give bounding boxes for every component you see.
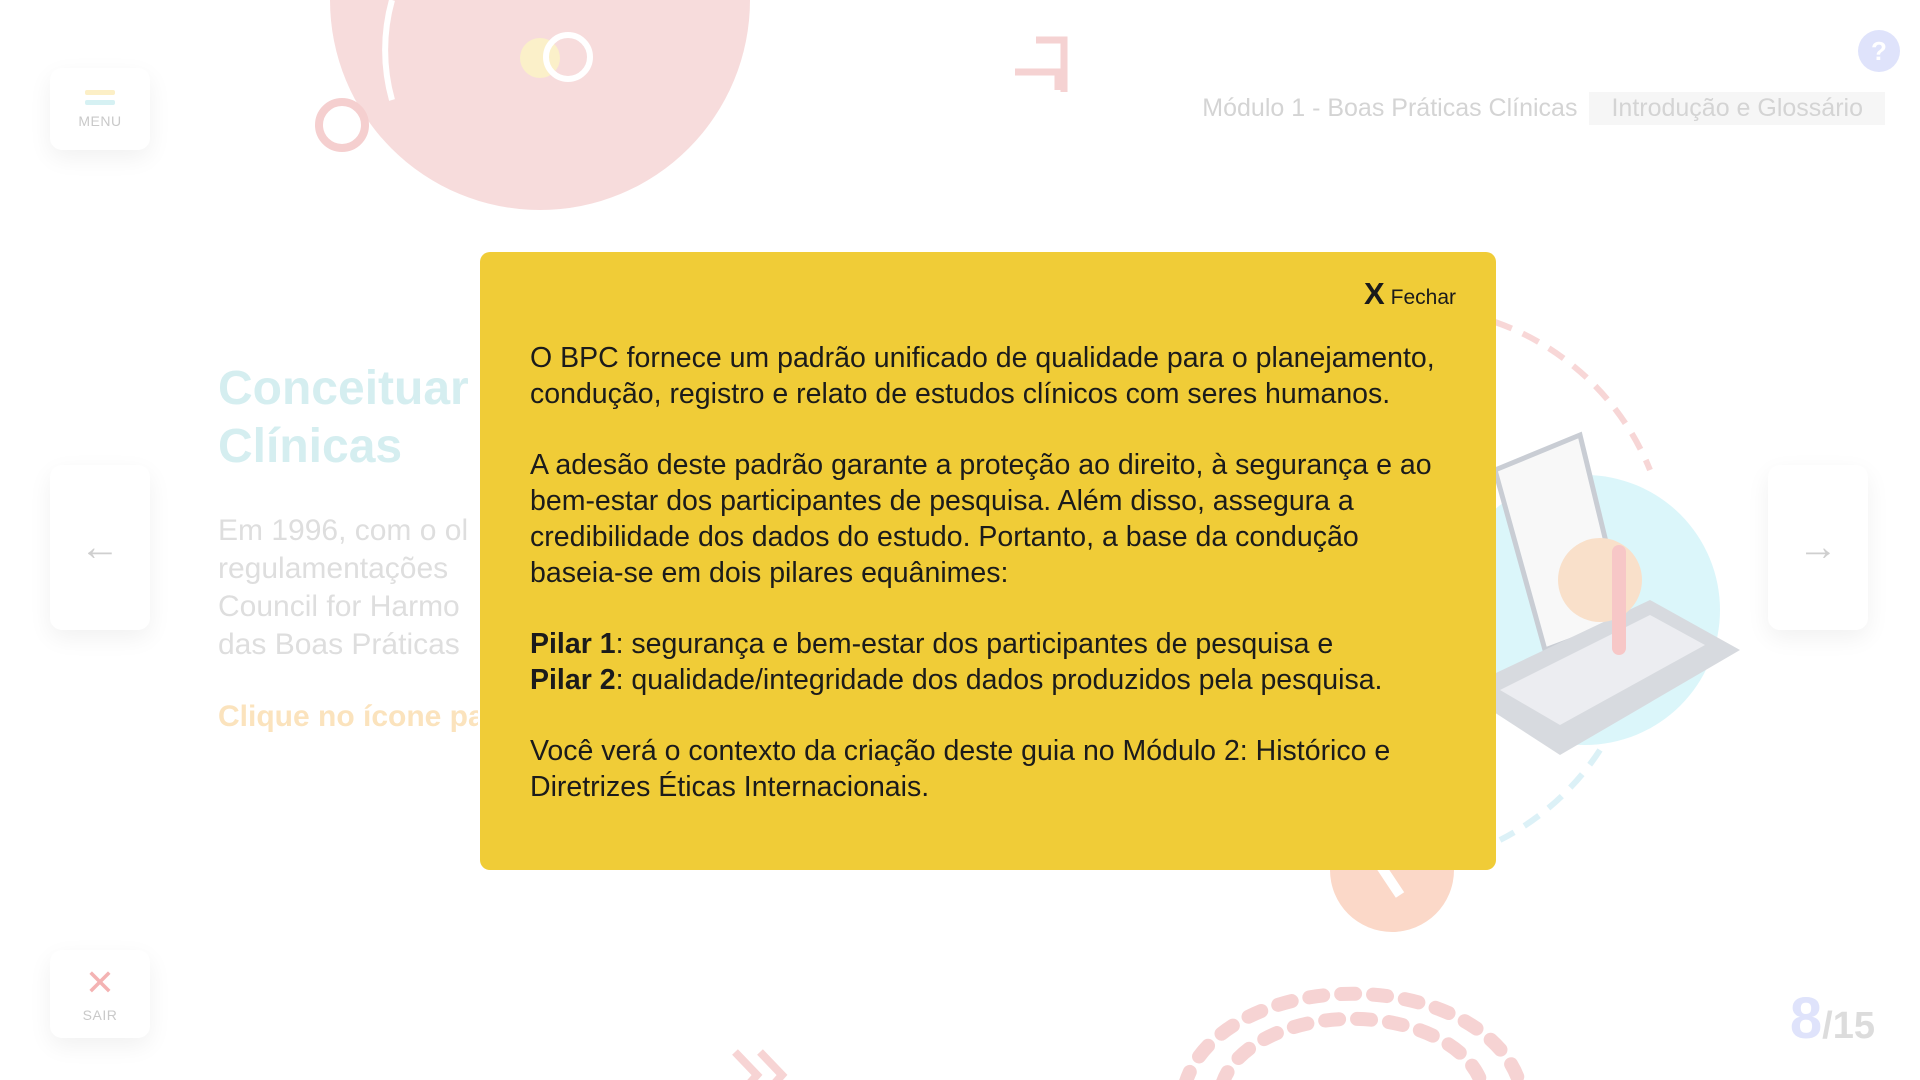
pillar-1-text: : segurança e bem-estar dos participante… [615, 628, 1334, 660]
next-button[interactable]: → [1768, 465, 1868, 630]
section-title: Introdução e Glossário [1589, 92, 1885, 125]
menu-icon [85, 89, 115, 105]
body-line: Em 1996, com o ol [218, 514, 469, 547]
dotted-arc-inner [1216, 1011, 1488, 1080]
body-line: Council for Harmo [218, 590, 460, 623]
chevrons-decoration [732, 1049, 788, 1080]
arrow-right-icon: → [1798, 525, 1838, 569]
page-title-line2: Clínicas [218, 420, 403, 473]
menu-button[interactable]: MENU [50, 68, 150, 150]
exit-button[interactable]: ✕ SAIR [50, 950, 150, 1038]
exit-label: SAIR [82, 1007, 118, 1023]
page-counter: 8/15 [1790, 985, 1875, 1052]
arrow-left-icon: ← [80, 525, 120, 569]
top-circle-decoration [330, 0, 750, 210]
close-icon: ✕ [84, 962, 116, 1003]
help-button[interactable]: ? [1858, 30, 1900, 72]
pillar-2-text: : qualidade/integridade dos dados produz… [615, 664, 1383, 696]
page-title: Conceituar Clínicas [218, 360, 498, 476]
page-body-text: Em 1996, com o ol regulamentações Counci… [218, 512, 478, 664]
modal-pillars: Pilar 1: segurança e bem-estar dos parti… [530, 626, 1448, 698]
pillar-1-label: Pilar 1 [530, 628, 616, 660]
menu-label: MENU [78, 112, 122, 129]
pink-ring [315, 98, 369, 152]
total-pages: 15 [1832, 1005, 1875, 1047]
module-title: Módulo 1 - Boas Práticas Clínicas [1202, 94, 1578, 122]
corner-bracket-decoration [1015, 36, 1068, 92]
modal-paragraph-1: O BPC fornece um padrão unificado de qua… [530, 342, 1435, 410]
pillar-2-label: Pilar 2 [530, 664, 616, 696]
previous-button[interactable]: ← [50, 465, 150, 630]
pillar-1: Pilar 1: segurança e bem-estar dos parti… [530, 626, 1448, 662]
close-icon: X [1363, 276, 1385, 311]
body-line: regulamentações [218, 552, 449, 585]
close-label: Fechar [1390, 286, 1456, 309]
current-page: 8 [1789, 986, 1823, 1051]
page-call-to-action: Clique no ícone pa [218, 700, 478, 733]
page-title-line1: Conceituar [218, 362, 469, 415]
page-separator: / [1822, 1005, 1833, 1047]
modal-paragraph-4: Você verá o contexto da criação deste gu… [530, 735, 1391, 803]
close-modal-button[interactable]: X Fechar [1364, 276, 1456, 312]
body-line: das Boas Práticas [218, 628, 460, 661]
info-modal: X Fechar O BPC fornece um padrão unifica… [480, 252, 1496, 870]
modal-paragraph-2: A adesão deste padrão garante a proteção… [530, 449, 1432, 589]
pillar-2: Pilar 2: qualidade/integridade dos dados… [530, 662, 1448, 698]
breadcrumb: Módulo 1 - Boas Práticas Clínicas Introd… [1202, 92, 1885, 125]
question-icon: ? [1871, 35, 1887, 66]
